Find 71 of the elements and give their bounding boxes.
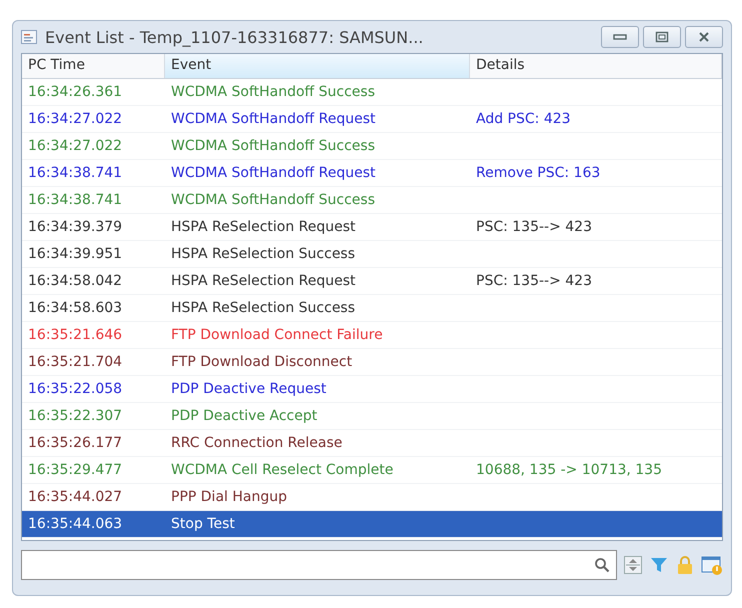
- time-cell-text: 16:34:38.741: [27, 192, 124, 208]
- close-button[interactable]: [685, 26, 723, 48]
- event-cell-text: HSPA ReSelection Success: [170, 300, 356, 316]
- time-cell-text: 16:35:21.704: [27, 354, 124, 370]
- window-warning-icon[interactable]: [701, 555, 723, 575]
- event-cell-text: RRC Connection Release: [170, 435, 344, 451]
- time-cell-text: 16:35:44.027: [27, 489, 124, 505]
- time-cell-text: 16:35:21.646: [27, 327, 124, 343]
- table-row[interactable]: 16:34:39.951 HSPA ReSelection Success: [22, 241, 722, 268]
- table-row[interactable]: 16:34:38.741 WCDMA SoftHandoff Success: [22, 187, 722, 214]
- time-cell-text: 16:34:27.022: [27, 111, 124, 127]
- table-row[interactable]: 16:35:22.307 PDP Deactive Accept: [22, 403, 722, 430]
- close-icon: [697, 31, 711, 43]
- window-title: Event List - Temp_1107-163316877: SAMSUN...: [45, 28, 424, 46]
- column-header[interactable]: Event: [165, 54, 470, 78]
- table-row[interactable]: 16:35:22.058 PDP Deactive Request: [22, 376, 722, 403]
- table-row[interactable]: 16:34:27.022 WCDMA SoftHandoff Success: [22, 133, 722, 160]
- time-cell-text: 16:34:58.603: [27, 300, 124, 316]
- event-cell-text: WCDMA SoftHandoff Success: [170, 192, 376, 208]
- time-cell-text: 16:34:58.042: [27, 273, 124, 289]
- time-cell-text: 16:34:38.741: [27, 165, 124, 181]
- table-row[interactable]: 16:34:38.741 WCDMA SoftHandoff Request Remove PSC: 163: [22, 160, 722, 187]
- restore-icon: [655, 31, 669, 43]
- event-cell-text: WCDMA SoftHandoff Request: [170, 111, 377, 127]
- event-cell-text: PPP Dial Hangup: [170, 489, 288, 505]
- time-cell-text: 16:34:39.951: [27, 246, 124, 262]
- event-cell-text: Stop Test: [170, 516, 236, 532]
- table-row[interactable]: 16:34:58.603 HSPA ReSelection Success: [22, 295, 722, 322]
- event-cell-text: FTP Download Disconnect: [170, 354, 354, 370]
- filter-icon[interactable]: [649, 555, 669, 575]
- table-row[interactable]: 16:35:26.177 RRC Connection Release: [22, 430, 722, 457]
- details-cell-text: Remove PSC: 163: [475, 165, 602, 181]
- time-cell-text: 16:35:44.063: [27, 516, 124, 532]
- table-row[interactable]: 16:34:58.042 HSPA ReSelection Request PSC: 135--> 423: [22, 268, 722, 295]
- details-cell-text: PSC: 135--> 423: [475, 219, 593, 235]
- search-icon: [594, 557, 610, 573]
- column-header[interactable]: PC Time: [22, 54, 165, 78]
- event-cell-text: WCDMA SoftHandoff Success: [170, 84, 376, 100]
- minimize-icon: [613, 33, 627, 41]
- time-cell-text: 16:35:22.058: [27, 381, 124, 397]
- time-cell-text: 16:34:26.361: [27, 84, 124, 100]
- list-icon: [21, 30, 37, 44]
- event-cell-text: PDP Deactive Request: [170, 381, 328, 397]
- table-row[interactable]: 16:34:26.361 WCDMA SoftHandoff Success: [22, 79, 722, 106]
- time-cell-text: 16:34:39.379: [27, 219, 124, 235]
- column-header[interactable]: Details: [470, 54, 722, 78]
- time-cell-text: 16:35:26.177: [27, 435, 124, 451]
- time-cell-text: 16:34:27.022: [27, 138, 124, 154]
- event-cell-text: HSPA ReSelection Request: [170, 273, 357, 289]
- time-cell-text: 16:35:22.307: [27, 408, 124, 424]
- table-row[interactable]: 16:34:39.379 HSPA ReSelection Request PSC: 135--> 423: [22, 214, 722, 241]
- minimize-button[interactable]: [601, 26, 639, 48]
- maximize-button[interactable]: [643, 26, 681, 48]
- time-cell-text: 16:35:29.477: [27, 462, 124, 478]
- search-field[interactable]: [21, 550, 617, 580]
- event-cell-text: HSPA ReSelection Request: [170, 219, 357, 235]
- details-cell-text: Add PSC: 423: [475, 111, 572, 127]
- table-row[interactable]: 16:34:27.022 WCDMA SoftHandoff Request Add PSC: 423: [22, 106, 722, 133]
- event-cell-text: WCDMA Cell Reselect Complete: [170, 462, 394, 478]
- table-row[interactable]: 16:35:44.063 Stop Test: [22, 511, 722, 538]
- up-down-icon[interactable]: [623, 555, 643, 575]
- details-cell-text: PSC: 135--> 423: [475, 273, 593, 289]
- event-cell-text: WCDMA SoftHandoff Request: [170, 165, 377, 181]
- event-cell-text: FTP Download Connect Failure: [170, 327, 384, 343]
- event-cell-text: WCDMA SoftHandoff Success: [170, 138, 376, 154]
- event-cell-text: PDP Deactive Accept: [170, 408, 318, 424]
- table-row[interactable]: 16:35:21.646 FTP Download Connect Failure: [22, 322, 722, 349]
- table-row[interactable]: 16:35:21.704 FTP Download Disconnect: [22, 349, 722, 376]
- details-cell-text: 10688, 135 -> 10713, 135: [475, 462, 663, 478]
- event-cell-text: HSPA ReSelection Success: [170, 246, 356, 262]
- table-row[interactable]: 16:35:29.477 WCDMA Cell Reselect Complete 10688, 135 -> 10713, 135: [22, 457, 722, 484]
